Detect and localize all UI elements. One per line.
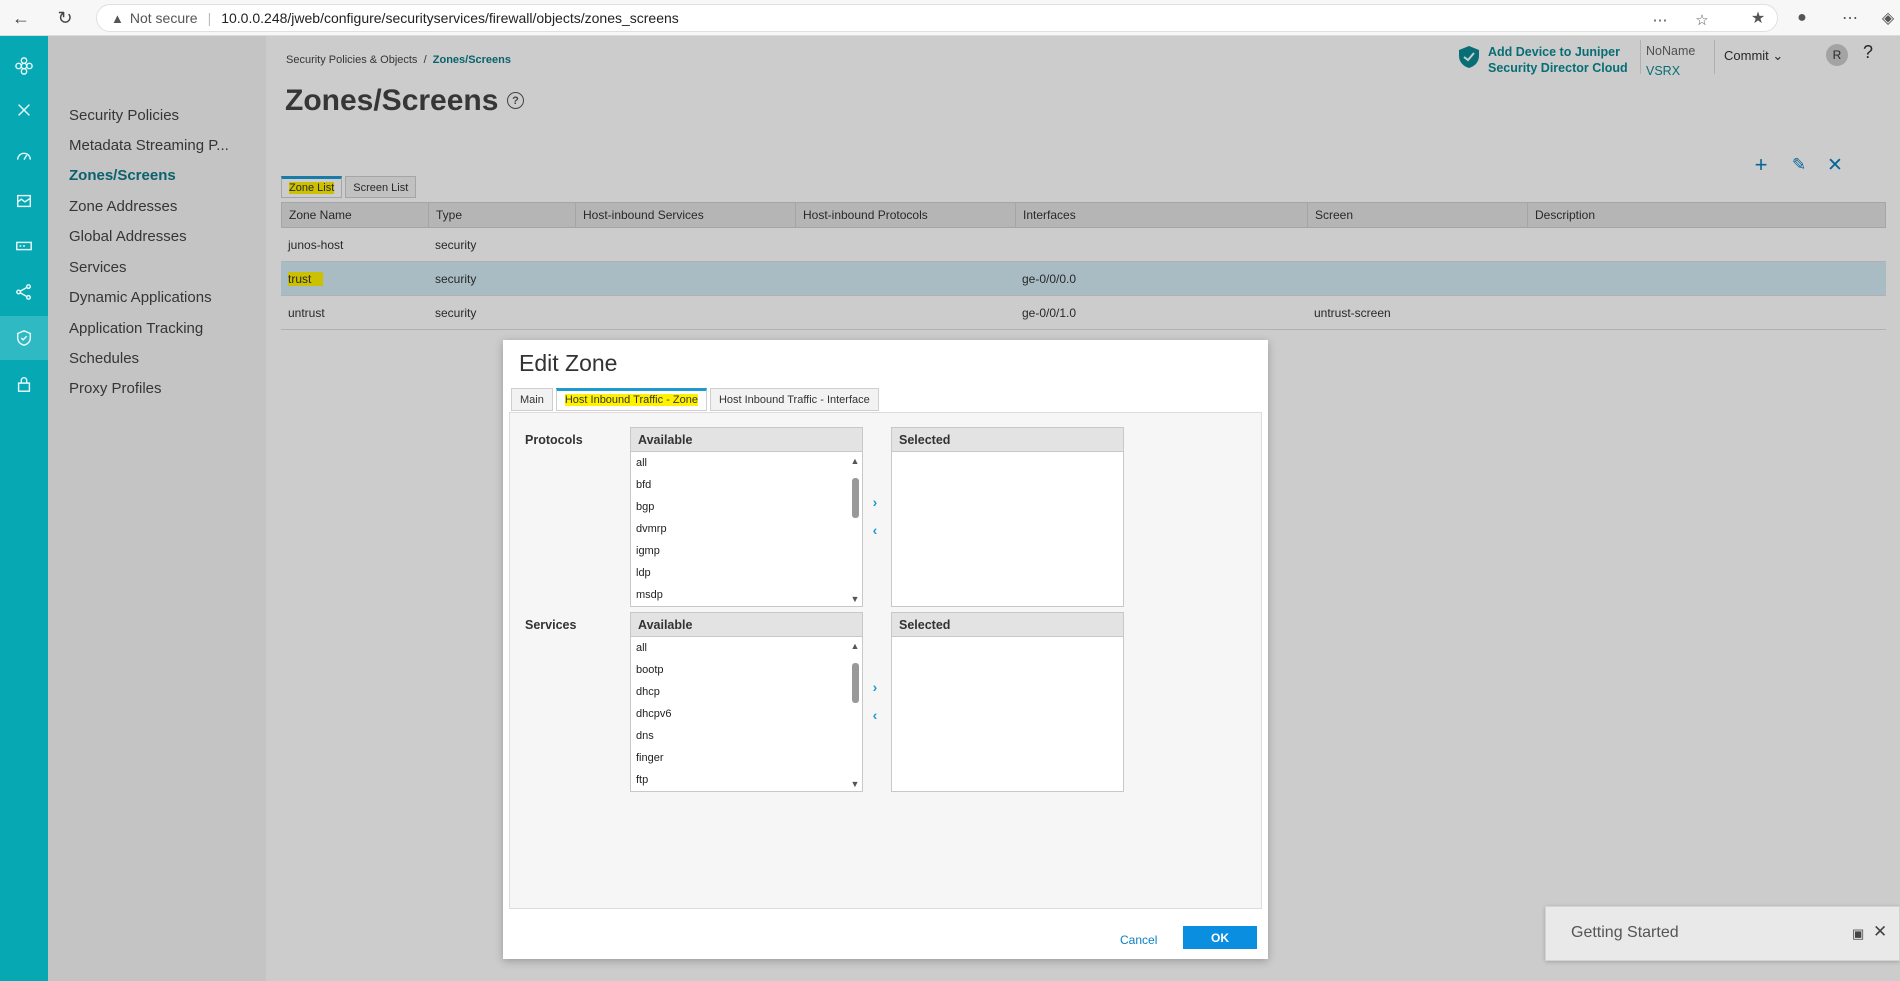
- selected-header: Selected: [892, 428, 1123, 452]
- tab-host-inbound-zone[interactable]: Host Inbound Traffic - Zone: [555, 388, 707, 411]
- services-label: Services: [525, 618, 577, 632]
- logo-icon[interactable]: [0, 44, 48, 88]
- getting-started-title: Getting Started: [1571, 924, 1679, 941]
- scroll-up-icon[interactable]: ▲: [850, 456, 860, 466]
- dialog-title: Edit Zone: [519, 350, 618, 376]
- list-item[interactable]: dvmrp: [631, 518, 862, 540]
- minimize-icon[interactable]: ▣: [1852, 926, 1864, 942]
- tab-main[interactable]: Main: [511, 388, 553, 411]
- tab-host-inbound-interface[interactable]: Host Inbound Traffic - Interface: [709, 388, 879, 411]
- protocols-label: Protocols: [525, 433, 583, 447]
- url-text: 10.0.0.248/jweb/configure/securityservic…: [221, 10, 679, 26]
- services-selected-list[interactable]: Selected: [891, 612, 1124, 792]
- devices-icon[interactable]: [0, 224, 48, 268]
- more-icon[interactable]: ⋯: [1838, 6, 1862, 30]
- warning-icon: ▲: [111, 10, 124, 26]
- dashboard-icon[interactable]: [0, 134, 48, 178]
- close-icon[interactable]: ✕: [1873, 922, 1887, 942]
- ok-button[interactable]: OK: [1183, 926, 1257, 949]
- scrollbar[interactable]: ▲ ▼: [850, 639, 860, 791]
- list-item[interactable]: dns: [631, 725, 862, 747]
- available-header: Available: [631, 428, 862, 452]
- icon-rail: [0, 36, 48, 981]
- move-left-icon[interactable]: ‹: [868, 522, 882, 538]
- tab-label: Host Inbound Traffic - Zone: [564, 394, 698, 406]
- move-right-icon[interactable]: ›: [868, 494, 882, 510]
- not-secure-label: Not secure: [129, 10, 198, 26]
- list-item[interactable]: ldp: [631, 562, 862, 584]
- lock-icon[interactable]: [0, 362, 48, 406]
- edit-zone-dialog: Edit Zone Main Host Inbound Traffic - Zo…: [503, 340, 1268, 959]
- cancel-button[interactable]: Cancel: [1120, 933, 1157, 947]
- dialog-tabs: Main Host Inbound Traffic - Zone Host In…: [511, 388, 882, 411]
- selected-header: Selected: [892, 613, 1123, 637]
- scrollbar[interactable]: ▲ ▼: [850, 454, 860, 606]
- list-item[interactable]: igmp: [631, 540, 862, 562]
- scroll-thumb[interactable]: [852, 663, 859, 703]
- list-item[interactable]: all: [631, 452, 862, 474]
- copilot-icon[interactable]: ◈: [1876, 6, 1900, 30]
- move-right-icon[interactable]: ›: [868, 679, 882, 695]
- list-item[interactable]: dhcpv6: [631, 703, 862, 725]
- reload-icon[interactable]: ↻: [53, 6, 77, 30]
- scroll-down-icon[interactable]: ▼: [850, 779, 860, 789]
- list-item[interactable]: dhcp: [631, 681, 862, 703]
- address-bar[interactable]: ▲ Not secure | 10.0.0.248/jweb/configure…: [96, 4, 1778, 32]
- back-icon[interactable]: ←: [9, 6, 33, 30]
- getting-started-panel[interactable]: Getting Started ▣ ✕: [1545, 906, 1900, 961]
- protocols-available-list[interactable]: Available all bfd bgp dvmrp igmp ldp msd…: [630, 427, 863, 607]
- list-item[interactable]: bfd: [631, 474, 862, 496]
- protocols-selected-list[interactable]: Selected: [891, 427, 1124, 607]
- url-divider: |: [207, 10, 212, 26]
- scroll-thumb[interactable]: [852, 478, 859, 518]
- favorites-icon[interactable]: ★: [1746, 6, 1770, 30]
- list-item[interactable]: finger: [631, 747, 862, 769]
- network-icon[interactable]: [0, 270, 48, 314]
- list-item[interactable]: all: [631, 637, 862, 659]
- dialog-footer: Cancel OK: [503, 916, 1268, 959]
- list-item[interactable]: bootp: [631, 659, 862, 681]
- star-icon[interactable]: ☆: [1691, 9, 1713, 31]
- security-shield-icon[interactable]: [0, 316, 48, 360]
- services-available-list[interactable]: Available all bootp dhcp dhcpv6 dns fing…: [630, 612, 863, 792]
- monitor-icon[interactable]: [0, 179, 48, 223]
- list-item[interactable]: bgp: [631, 496, 862, 518]
- list-item[interactable]: ftp: [631, 769, 862, 791]
- scroll-down-icon[interactable]: ▼: [850, 594, 860, 604]
- browser-toolbar: ← ↻ ▲ Not secure | 10.0.0.248/jweb/confi…: [0, 0, 1900, 36]
- close-nav-icon[interactable]: [0, 88, 48, 132]
- dialog-body: Protocols Available all bfd bgp dvmrp ig…: [509, 412, 1262, 909]
- move-left-icon[interactable]: ‹: [868, 707, 882, 723]
- list-item[interactable]: msdp: [631, 584, 862, 606]
- reader-icon[interactable]: ⋯: [1649, 9, 1671, 31]
- profile-icon[interactable]: ●: [1790, 6, 1814, 30]
- available-header: Available: [631, 613, 862, 637]
- scroll-up-icon[interactable]: ▲: [850, 641, 860, 651]
